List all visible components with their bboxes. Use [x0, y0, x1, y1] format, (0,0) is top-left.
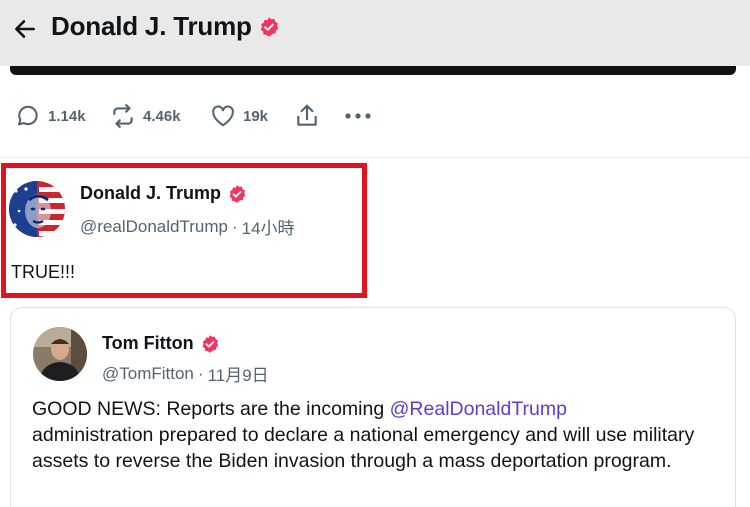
- reply-button[interactable]: 1.14k: [16, 96, 86, 136]
- reply-icon: [16, 103, 42, 129]
- quoted-body: GOOD NEWS: Reports are the incoming @Rea…: [32, 396, 712, 474]
- reply-count: 1.14k: [48, 107, 86, 125]
- quoted-body-end: administration prepared to declare a nat…: [32, 424, 695, 472]
- top-header: Donald J. Trump: [0, 0, 750, 66]
- quoted-handle[interactable]: @TomFitton: [102, 364, 194, 384]
- back-button[interactable]: [10, 14, 40, 44]
- page-title: Donald J. Trump: [51, 11, 280, 42]
- media-bottom-edge: [10, 66, 736, 75]
- share-icon: [294, 102, 320, 130]
- quoted-meta: @TomFitton · 11月9日: [102, 361, 269, 386]
- repost-count: 4.46k: [143, 107, 181, 125]
- more-options-button[interactable]: [344, 96, 372, 136]
- meta-separator: ·: [197, 363, 204, 383]
- highlight-annotation-box: [1, 163, 367, 298]
- repost-button[interactable]: 4.46k: [109, 96, 181, 136]
- like-count: 19k: [243, 107, 269, 125]
- arrow-left-icon: [12, 16, 38, 42]
- share-button[interactable]: [294, 96, 320, 136]
- post-action-bar: 1.14k 4.46k 19k: [0, 96, 750, 140]
- more-dots-icon: [344, 112, 372, 120]
- like-button[interactable]: 19k: [209, 96, 268, 136]
- heart-icon: [209, 103, 237, 129]
- quoted-author[interactable]: Tom Fitton: [102, 333, 220, 354]
- quoted-post-card[interactable]: Tom Fitton @TomFitton · 11月9日 GOOD NEWS:…: [10, 307, 736, 507]
- quoted-author-name: Tom Fitton: [102, 333, 194, 353]
- quoted-body-start: GOOD NEWS: Reports are the incoming: [32, 398, 390, 420]
- page-title-text: Donald J. Trump: [51, 11, 252, 41]
- verified-badge-icon: [258, 16, 280, 38]
- repost-icon: [109, 103, 137, 129]
- section-divider: [0, 157, 750, 158]
- verified-badge-icon: [200, 334, 220, 354]
- avatar[interactable]: [33, 327, 87, 381]
- quoted-timestamp[interactable]: 11月9日: [208, 361, 269, 386]
- mention-link[interactable]: @RealDonaldTrump: [390, 398, 567, 420]
